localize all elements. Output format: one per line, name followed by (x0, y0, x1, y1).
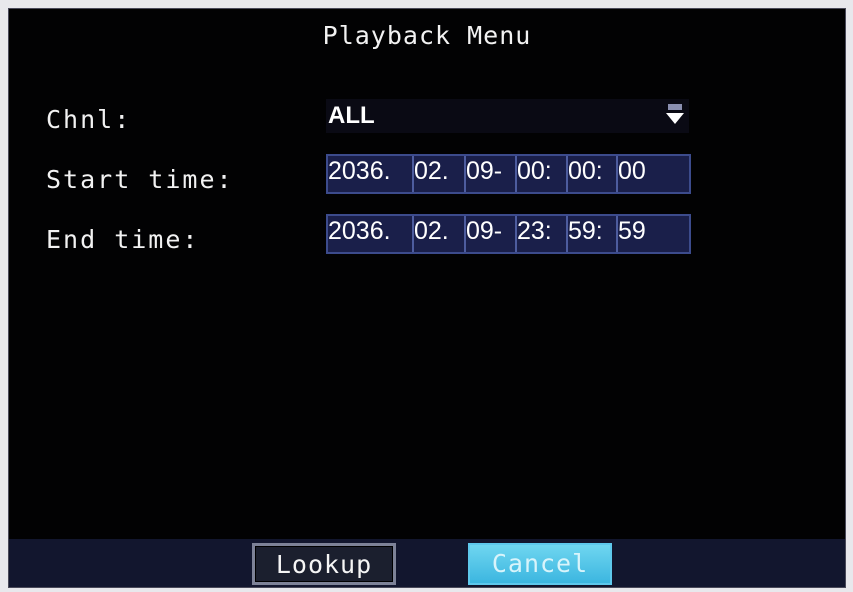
cancel-button[interactable]: Cancel (468, 543, 612, 585)
end-minute-segment[interactable]: 59: (568, 216, 618, 252)
start-time-label: Start time: (46, 165, 234, 194)
dropdown-arrow-icon[interactable] (665, 104, 685, 126)
end-time-field[interactable]: 2036. 02. 09- 23: 59: 59 (326, 214, 691, 254)
playback-menu-window: Playback Menu Chnl: ALL Start time: 2036… (8, 8, 846, 588)
menu-title: Playback Menu (322, 21, 532, 50)
channel-select[interactable]: ALL (326, 99, 689, 133)
end-day-segment[interactable]: 09- (466, 216, 517, 252)
channel-value: ALL (328, 102, 375, 129)
start-minute-segment[interactable]: 00: (568, 156, 618, 192)
end-year-segment[interactable]: 2036. (328, 216, 414, 252)
start-month-segment[interactable]: 02. (414, 156, 466, 192)
start-year-segment[interactable]: 2036. (328, 156, 414, 192)
lookup-button[interactable]: Lookup (252, 543, 396, 585)
button-bar: Lookup Cancel (9, 539, 845, 587)
end-hour-segment[interactable]: 23: (517, 216, 568, 252)
end-time-label: End time: (46, 225, 200, 254)
start-time-field[interactable]: 2036. 02. 09- 00: 00: 00 (326, 154, 691, 194)
end-month-segment[interactable]: 02. (414, 216, 466, 252)
start-day-segment[interactable]: 09- (466, 156, 517, 192)
start-second-segment[interactable]: 00 (618, 156, 689, 192)
start-hour-segment[interactable]: 00: (517, 156, 568, 192)
channel-label: Chnl: (46, 105, 132, 134)
end-second-segment[interactable]: 59 (618, 216, 689, 252)
